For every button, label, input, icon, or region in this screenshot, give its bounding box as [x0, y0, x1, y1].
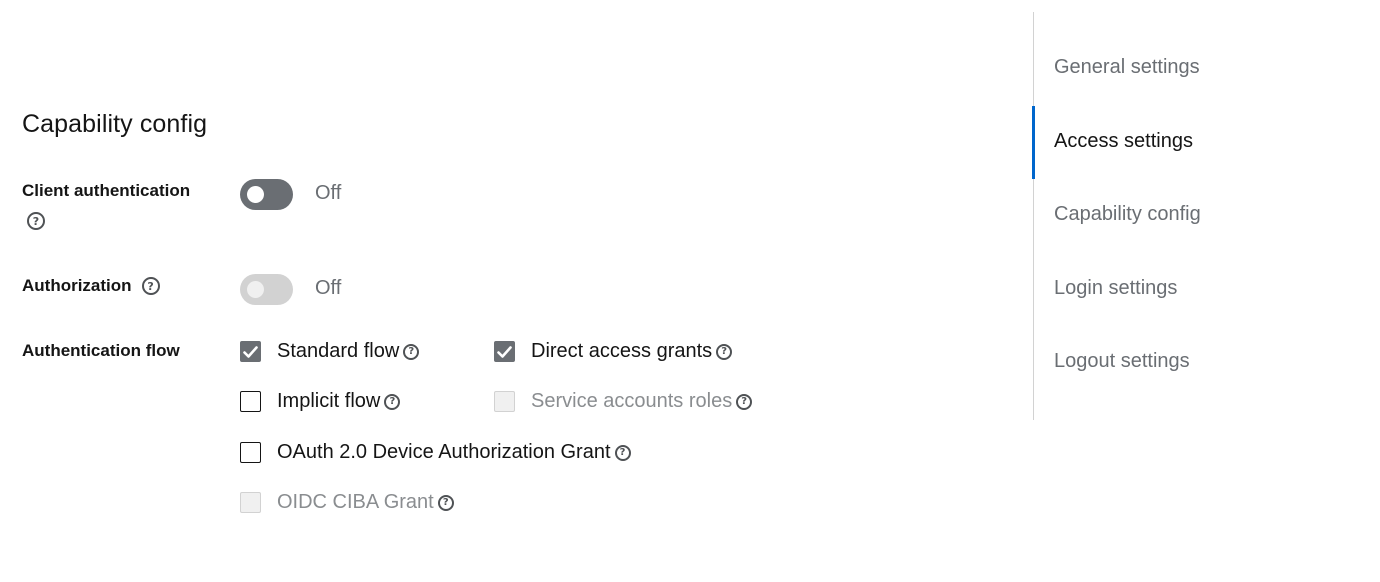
standard-flow-checkbox[interactable]	[240, 341, 261, 362]
active-indicator	[1032, 106, 1035, 179]
authentication-flow-label-text: Authentication flow	[22, 341, 180, 360]
oauth-device-grant-option[interactable]: OAuth 2.0 Device Authorization Grant ?	[240, 441, 631, 464]
authorization-switch	[240, 274, 293, 305]
switch-knob	[247, 186, 264, 203]
client-authentication-state: Off	[315, 182, 342, 204]
implicit-flow-help-icon[interactable]: ?	[384, 393, 401, 410]
implicit-flow-option[interactable]: Implicit flow ?	[240, 390, 401, 413]
oidc-ciba-grant-label: OIDC CIBA Grant	[277, 491, 434, 513]
authentication-flow-label: Authentication flow	[22, 341, 180, 361]
direct-access-grants-label: Direct access grants	[531, 340, 713, 362]
jump-link-access-settings[interactable]: Access settings	[1054, 130, 1193, 153]
oidc-ciba-grant-checkbox	[240, 492, 261, 513]
standard-flow-help-icon[interactable]: ?	[403, 343, 420, 360]
client-authentication-help-icon[interactable]: ?	[27, 212, 45, 230]
oidc-ciba-grant-help-icon[interactable]: ?	[437, 494, 454, 511]
oauth-device-grant-label: OAuth 2.0 Device Authorization Grant	[277, 441, 611, 463]
direct-access-grants-checkbox[interactable]	[494, 341, 515, 362]
direct-access-grants-help-icon[interactable]: ?	[716, 343, 733, 360]
service-accounts-roles-label: Service accounts roles	[531, 390, 733, 412]
switch-knob	[247, 281, 264, 298]
oauth-device-grant-checkbox[interactable]	[240, 442, 261, 463]
standard-flow-label: Standard flow	[277, 340, 400, 362]
oidc-ciba-grant-option: OIDC CIBA Grant ?	[240, 491, 454, 514]
oauth-device-grant-help-icon[interactable]: ?	[614, 444, 631, 461]
authorization-state: Off	[315, 277, 342, 299]
jump-link-logout-settings[interactable]: Logout settings	[1054, 350, 1190, 373]
implicit-flow-label: Implicit flow	[277, 390, 381, 412]
standard-flow-option[interactable]: Standard flow ?	[240, 340, 420, 363]
authorization-label: Authorization ?	[22, 276, 160, 296]
authorization-help-icon[interactable]: ?	[141, 277, 160, 295]
jump-links-nav: General settings Access settings Capabil…	[1032, 12, 1334, 420]
service-accounts-roles-help-icon[interactable]: ?	[736, 393, 753, 410]
jump-link-login-settings[interactable]: Login settings	[1054, 277, 1177, 300]
service-accounts-roles-option: Service accounts roles ?	[494, 390, 753, 413]
direct-access-grants-option[interactable]: Direct access grants ?	[494, 340, 733, 363]
client-authentication-switch[interactable]	[240, 179, 293, 210]
capability-config-page: Capability config Client authentication …	[0, 0, 1380, 582]
jump-link-general-settings[interactable]: General settings	[1054, 56, 1200, 79]
authorization-label-text: Authorization	[22, 276, 132, 295]
jump-link-capability-config[interactable]: Capability config	[1054, 203, 1201, 226]
client-authentication-label-text: Client authentication	[22, 181, 191, 200]
checkmark-icon	[497, 345, 512, 358]
section-title: Capability config	[22, 110, 208, 138]
service-accounts-roles-checkbox	[494, 391, 515, 412]
client-authentication-label: Client authentication	[22, 181, 190, 201]
checkmark-icon	[243, 345, 258, 358]
implicit-flow-checkbox[interactable]	[240, 391, 261, 412]
